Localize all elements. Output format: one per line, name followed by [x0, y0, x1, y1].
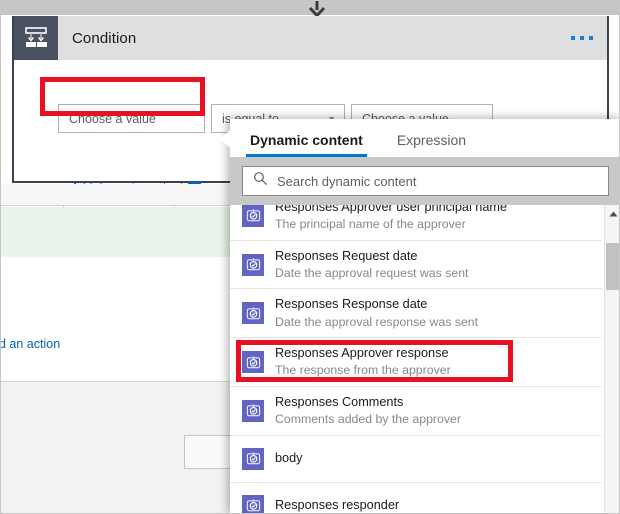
panel-tabs: Dynamic content Expression: [230, 119, 619, 157]
condition-branch-icon: [14, 16, 58, 60]
list-item[interactable]: Responses responder: [230, 483, 602, 513]
approval-response-icon: [242, 205, 264, 227]
list-item[interactable]: Responses Request date Date the approval…: [230, 241, 602, 290]
list-item-subtitle: The response from the approver: [275, 363, 451, 378]
search-icon: [253, 171, 268, 191]
search-placeholder: Search dynamic content: [277, 173, 417, 189]
approval-response-icon: [242, 494, 264, 513]
left-value-field[interactable]: Choose a value: [58, 104, 205, 133]
search-input[interactable]: Search dynamic content: [242, 166, 609, 196]
approval-response-icon: [242, 447, 264, 470]
condition-card-header: Condition: [14, 16, 607, 60]
screenshot-root: Condition Choose a value is equal to ▼ C…: [0, 0, 620, 514]
list-item-title: body: [275, 451, 303, 466]
scroll-up-arrow-icon[interactable]: [605, 205, 619, 222]
approval-response-icon: [242, 253, 264, 276]
list-item-approver-response[interactable]: Responses Approver response The response…: [230, 338, 602, 387]
list-item-subtitle: The principal name of the approver: [275, 217, 466, 232]
approval-response-icon: [242, 399, 264, 422]
list-item-title: Responses responder: [275, 498, 400, 513]
list-item-texts: Responses Approver response The response…: [275, 345, 451, 379]
list-item-title: Responses Request date: [275, 248, 418, 263]
list-item-texts: Responses Comments Comments added by the…: [275, 394, 461, 428]
search-strip: Search dynamic content: [230, 157, 619, 205]
add-an-action-link[interactable]: d an action: [1, 337, 60, 351]
list-item-texts: Responses Approver user principal name T…: [275, 205, 507, 233]
down-arrow-icon: [304, 1, 330, 18]
scrollbar-thumb[interactable]: [606, 243, 619, 290]
dynamic-content-list: Responses Approver user principal name T…: [230, 205, 619, 513]
list-item-title: Responses Approver user principal name: [275, 205, 508, 214]
approval-response-icon: [242, 302, 264, 325]
dynamic-content-list-inner: Responses Approver user principal name T…: [230, 205, 602, 513]
list-item-texts: Responses responder: [275, 497, 400, 513]
tab-expression[interactable]: Expression: [393, 132, 470, 157]
dynamic-content-panel: Dynamic content Expression Search dynami…: [230, 119, 619, 513]
condition-title: Condition: [72, 29, 137, 47]
list-item[interactable]: body: [230, 436, 602, 483]
ellipsis-icon[interactable]: [571, 36, 593, 40]
list-item-title: Responses Approver response: [275, 346, 449, 361]
list-item[interactable]: Responses Comments Comments added by the…: [230, 387, 602, 436]
list-item[interactable]: Responses Response date Date the approva…: [230, 289, 602, 339]
list-item-title: Responses Comments: [275, 394, 404, 409]
approval-response-icon: [242, 351, 264, 374]
list-item-texts: body: [275, 450, 303, 467]
list-item-texts: Responses Response date Date the approva…: [275, 296, 478, 330]
tab-dynamic-content[interactable]: Dynamic content: [246, 132, 367, 157]
left-value-text: Choose a value: [69, 111, 156, 126]
list-item-subtitle: Date the approval response was sent: [275, 314, 479, 329]
list-item-subtitle: Comments added by the approver: [275, 412, 461, 427]
list-item-title: Responses Response date: [275, 297, 428, 312]
list-item-subtitle: Date the approval request was sent: [275, 265, 469, 280]
list-item-texts: Responses Request date Date the approval…: [275, 248, 468, 282]
list-item[interactable]: Responses Approver user principal name T…: [230, 205, 602, 241]
list-scrollbar[interactable]: [604, 205, 619, 513]
